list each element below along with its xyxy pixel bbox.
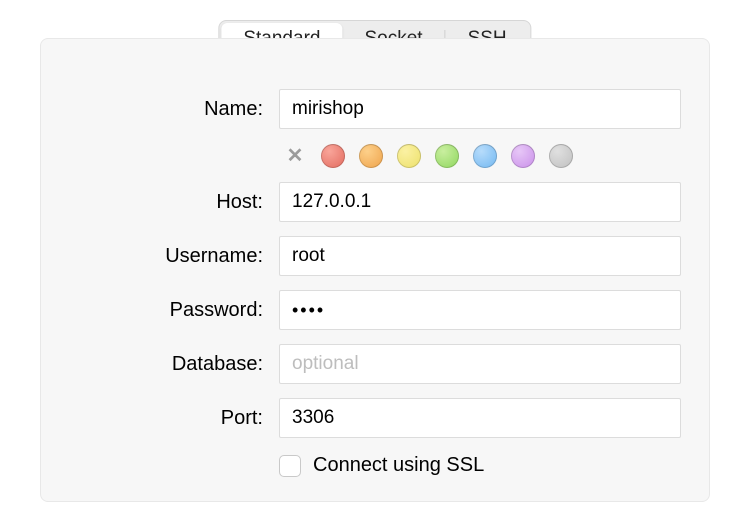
username-input[interactable] [279,236,681,276]
label-username: Username: [69,245,279,268]
color-swatches: ✕ [279,143,573,168]
password-input[interactable] [279,290,681,330]
color-swatch-yellow[interactable] [397,144,421,168]
label-database: Database: [69,353,279,376]
label-name: Name: [69,98,279,121]
port-input[interactable] [279,398,681,438]
row-name: Name: [69,89,681,129]
label-host: Host: [69,191,279,214]
database-input[interactable] [279,344,681,384]
ssl-checkbox[interactable] [279,455,301,477]
color-swatch-red[interactable] [321,144,345,168]
row-host: Host: [69,182,681,222]
color-swatch-green[interactable] [435,144,459,168]
color-swatch-purple[interactable] [511,144,535,168]
host-input[interactable] [279,182,681,222]
color-swatch-orange[interactable] [359,144,383,168]
clear-color-icon[interactable]: ✕ [283,143,307,168]
name-input[interactable] [279,89,681,129]
row-password: Password: [69,290,681,330]
row-database: Database: [69,344,681,384]
row-port: Port: [69,398,681,438]
label-port: Port: [69,407,279,430]
connection-panel: Name: ✕ Host: Username: P [40,38,710,502]
color-swatch-blue[interactable] [473,144,497,168]
label-password: Password: [69,299,279,322]
row-color: ✕ [69,143,681,168]
connection-form: Name: ✕ Host: Username: P [41,89,709,477]
row-username: Username: [69,236,681,276]
color-swatch-gray[interactable] [549,144,573,168]
ssl-checkbox-label: Connect using SSL [313,454,484,477]
row-ssl: Connect using SSL [69,454,681,477]
